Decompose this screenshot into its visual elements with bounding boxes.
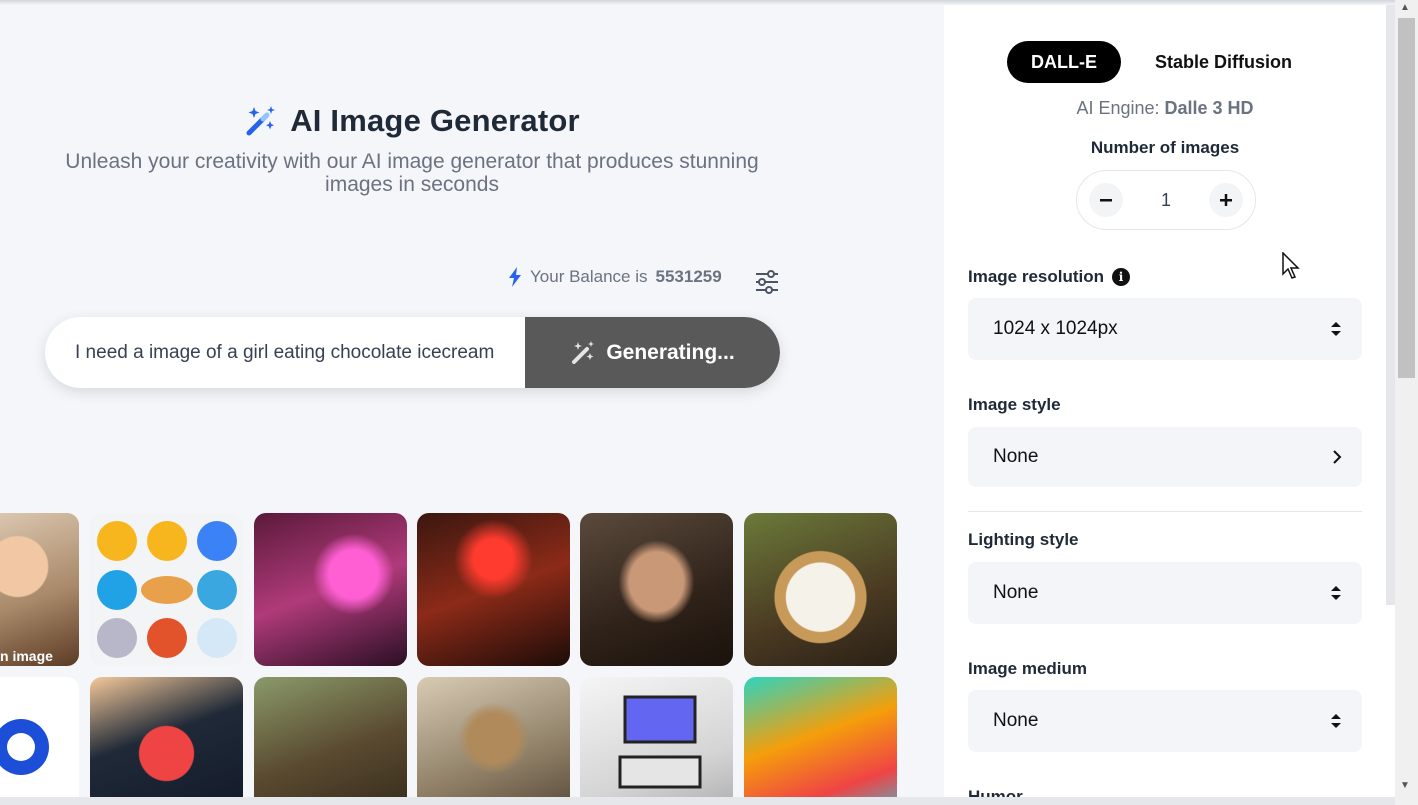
gallery-image-chicken-rice[interactable] [744, 513, 897, 666]
num-images-stepper: 1 [1076, 170, 1256, 230]
info-icon[interactable]: i [1112, 268, 1131, 286]
prompt-bar: Generating... [45, 317, 780, 388]
num-images-value: 1 [1160, 189, 1171, 210]
prompt-input[interactable] [75, 337, 525, 369]
gallery-image-pos-terminal[interactable] [580, 677, 733, 800]
medium-select[interactable]: None [968, 690, 1362, 752]
decrement-button[interactable] [1089, 183, 1123, 217]
gallery-image-girl-icecream[interactable]: n image [0, 513, 79, 666]
lighting-label: Lighting style [968, 530, 1079, 549]
divider [968, 511, 1362, 512]
gallery-image-logo[interactable]: nder [0, 677, 79, 800]
generate-button[interactable]: Generating... [525, 317, 780, 388]
plus-icon [1219, 194, 1232, 206]
sort-arrows-icon [1331, 586, 1341, 600]
window-scrollbar-thumb[interactable] [1398, 18, 1415, 378]
balance-label: Your Balance is [530, 267, 648, 286]
page-title: AI Image Generator [290, 103, 580, 138]
engine-value: Dalle 3 HD [1164, 98, 1254, 118]
scroll-down-arrow-icon[interactable]: ▼ [1400, 780, 1410, 791]
style-value: None [993, 446, 1039, 467]
balance-display: Your Balance is 5531259 [508, 267, 722, 287]
engine-label: AI Engine: [1076, 98, 1160, 118]
style-select[interactable]: None [968, 427, 1362, 487]
lighting-label-row: Lighting style [968, 530, 1079, 550]
gallery-caption: n image [0, 648, 53, 664]
engine-dalle-button[interactable]: DALL-E [1007, 41, 1121, 83]
medium-label-row: Image medium [968, 659, 1087, 679]
gallery-image-special-offer[interactable] [90, 677, 243, 800]
engine-stable-diffusion-button[interactable]: Stable Diffusion [1131, 41, 1316, 83]
magic-wand-icon [246, 106, 276, 136]
chevron-right-icon [1333, 450, 1342, 464]
gallery-image-thai-scene[interactable] [254, 677, 407, 800]
hero-header: AI Image Generator [0, 103, 824, 139]
sort-arrows-icon [1331, 322, 1341, 336]
increment-button[interactable] [1208, 183, 1243, 217]
planet-emoji-grid [97, 521, 237, 658]
style-label: Image style [968, 395, 1061, 414]
gallery-image-neon-office[interactable] [254, 513, 407, 666]
logo-graphic [0, 719, 49, 775]
pos-graphic [618, 695, 702, 789]
main-content: AI Image Generator Unleash your creativi… [0, 5, 944, 800]
style-label-row: Image style [968, 395, 1061, 415]
engine-info: AI Engine: Dalle 3 HD [944, 98, 1386, 119]
panel-scrollbar[interactable] [1386, 5, 1395, 605]
page-subtitle: Unleash your creativity with our AI imag… [65, 150, 759, 196]
settings-sliders-icon[interactable] [754, 270, 780, 294]
minus-icon [1100, 199, 1112, 202]
lighting-value: None [993, 582, 1039, 603]
mouse-cursor-icon [1282, 252, 1300, 279]
resolution-label-row: Image resolution i [968, 267, 1131, 287]
num-images-label: Number of images [1090, 138, 1240, 157]
scroll-up-arrow-icon[interactable]: ▲ [1400, 2, 1410, 13]
resolution-select[interactable]: 1024 x 1024px [968, 298, 1362, 360]
balance-value: 5531259 [655, 267, 722, 286]
settings-panel: DALL-E Stable Diffusion AI Engine: Dalle… [944, 5, 1386, 805]
image-gallery: n image nder [0, 513, 944, 800]
engine-toggle: DALL-E Stable Diffusion [1007, 41, 1316, 83]
medium-value: None [993, 710, 1039, 731]
gallery-image-thai-king[interactable] [417, 677, 570, 800]
medium-label: Image medium [968, 659, 1088, 678]
sort-arrows-icon [1331, 714, 1341, 728]
resolution-value: 1024 x 1024px [993, 318, 1118, 339]
horizontal-scrollbar[interactable] [0, 797, 1395, 805]
resolution-label: Image resolution [968, 267, 1105, 286]
generate-button-label: Generating... [606, 340, 735, 364]
gallery-image-planet-emojis[interactable] [90, 513, 243, 666]
gallery-image-openai-robots[interactable] [417, 513, 570, 666]
gallery-image-food-menu[interactable] [744, 677, 897, 800]
magic-wand-icon [572, 340, 595, 364]
lightning-icon [509, 267, 521, 287]
lighting-select[interactable]: None [968, 562, 1362, 624]
gallery-image-woman-portrait[interactable] [580, 513, 733, 666]
